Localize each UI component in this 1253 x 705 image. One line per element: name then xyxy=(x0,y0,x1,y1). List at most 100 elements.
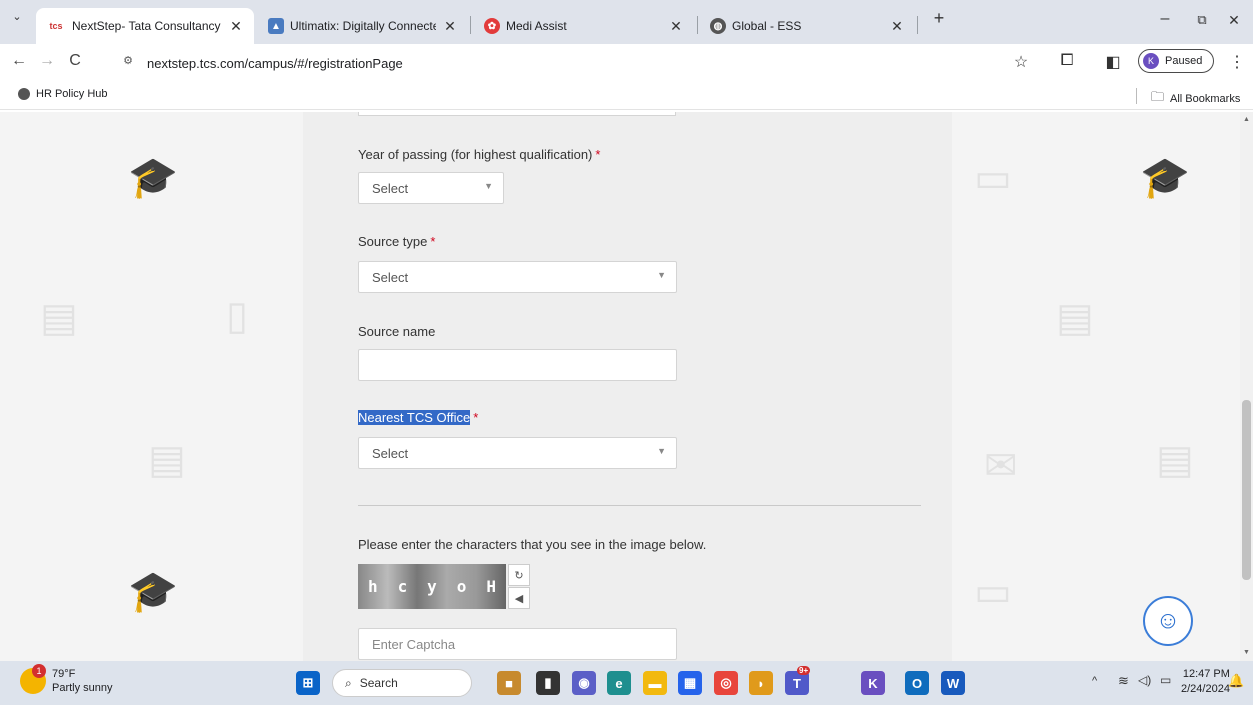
date: 2/24/2024 xyxy=(1181,683,1230,695)
extensions-icon[interactable]: ⧠ xyxy=(1056,52,1078,70)
weather-temp: 79°F xyxy=(52,668,76,680)
tab-search-icon[interactable]: ⌄ xyxy=(2,10,32,23)
source-type-select[interactable]: Select ▼ xyxy=(358,261,677,293)
weather-desc: Partly sunny xyxy=(52,682,113,694)
bookmarks-divider xyxy=(1136,88,1137,104)
refresh-captcha-icon[interactable]: ↻ xyxy=(508,564,530,586)
source-name-input[interactable] xyxy=(358,349,677,381)
tab-separator xyxy=(917,16,918,34)
forward-icon[interactable]: → xyxy=(36,52,58,70)
tab-separator xyxy=(697,16,698,34)
tab-ultimatix[interactable]: ▲ Ultimatix: Digitally Connected ✕ xyxy=(258,8,468,44)
minimize-icon[interactable]: – xyxy=(1150,10,1180,28)
outlook-icon[interactable]: O xyxy=(905,671,929,695)
label-text: Source type xyxy=(358,234,428,249)
chat-icon[interactable]: ◉ xyxy=(572,671,596,695)
app-icon[interactable]: ◗ xyxy=(749,671,773,695)
battery-icon[interactable]: ▭ xyxy=(1160,673,1171,687)
reload-icon[interactable]: C xyxy=(64,52,86,70)
audio-captcha-icon[interactable]: ◀ xyxy=(508,587,530,609)
back-icon[interactable]: ← xyxy=(8,52,30,70)
bookmark-all-bookmarks[interactable]: 🗀 All Bookmarks xyxy=(1151,88,1240,110)
source-type-label: Source type * xyxy=(358,234,435,249)
page-scrollbar[interactable]: ▲ ▼ xyxy=(1240,112,1253,661)
bookmark-label: HR Policy Hub xyxy=(36,88,108,100)
caret-down-icon: ▼ xyxy=(484,181,493,191)
tab-medi-assist[interactable]: ✿ Medi Assist ✕ xyxy=(474,8,694,44)
taskbar-search[interactable]: ⌕ Search xyxy=(332,669,472,697)
store-icon[interactable]: ▦ xyxy=(678,671,702,695)
weather-badge: 1 xyxy=(32,664,46,678)
task-view-icon[interactable]: ▮ xyxy=(536,671,560,695)
graduation-cap-icon: 🎓 xyxy=(1140,156,1190,200)
menu-icon[interactable]: ⋮ xyxy=(1226,52,1248,72)
captcha-char: H xyxy=(486,577,496,596)
clock[interactable]: 12:47 PM 2/24/2024 xyxy=(1181,667,1230,697)
chatbot-icon[interactable]: ☺ xyxy=(1143,596,1193,646)
new-tab-icon[interactable]: + xyxy=(924,8,954,29)
label-text: Nearest TCS Office xyxy=(358,410,471,425)
bookmark-hr-policy-hub[interactable]: HR Policy Hub xyxy=(18,88,108,100)
chevron-up-icon[interactable]: ^ xyxy=(1092,675,1097,687)
required-marker: * xyxy=(595,147,601,162)
folder-icon: 🗀 xyxy=(1151,89,1165,104)
wifi-icon[interactable]: ≋ xyxy=(1118,673,1129,689)
tab-title: Global - ESS xyxy=(732,19,802,33)
search-icon: ⌕ xyxy=(345,675,352,690)
bookmark-star-icon[interactable]: ☆ xyxy=(1010,52,1032,72)
close-tab-icon[interactable]: ✕ xyxy=(228,18,244,35)
scroll-up-icon[interactable]: ▲ xyxy=(1243,116,1250,123)
close-tab-icon[interactable]: ✕ xyxy=(442,18,458,35)
graduation-cap-icon: 🎓 xyxy=(128,570,178,614)
select-value: Select xyxy=(372,269,409,285)
captcha-prompt: Please enter the characters that you see… xyxy=(358,537,707,552)
time: 12:47 PM xyxy=(1182,668,1230,680)
notification-bell-icon[interactable]: 🔔 xyxy=(1228,673,1244,689)
captcha-char: c xyxy=(397,577,408,596)
select-value: Select xyxy=(372,180,409,196)
close-tab-icon[interactable]: ✕ xyxy=(668,18,684,35)
captcha-char: y xyxy=(427,577,437,596)
close-tab-icon[interactable]: ✕ xyxy=(889,18,905,35)
briefcase-icon: ▭ xyxy=(974,570,1012,614)
teams-badge: 9+ xyxy=(797,666,811,675)
document-icon: ▤ xyxy=(148,438,186,482)
select-value: Select xyxy=(372,445,409,461)
teams-icon[interactable]: T 9+ xyxy=(785,666,811,695)
globe-icon xyxy=(18,88,30,100)
books-icon: ▤ xyxy=(1056,296,1094,340)
address-bar[interactable]: ⚙ nextstep.tcs.com/campus/#/registration… xyxy=(117,50,997,76)
side-panel-icon[interactable]: ◧ xyxy=(1102,52,1124,72)
captcha-char: o xyxy=(456,577,467,596)
profile-button[interactable]: K Paused xyxy=(1138,49,1214,73)
envelope-icon: ✉ xyxy=(984,444,1018,488)
tab-strip: ⌄ tcs NextStep- Tata Consultancy Ser ✕ ▲… xyxy=(0,0,1253,44)
profile-status: Paused xyxy=(1165,55,1203,67)
chrome-profile-icon[interactable]: K xyxy=(861,671,885,695)
globe-icon: ◍ xyxy=(710,18,726,34)
year-of-passing-select[interactable]: Select ▼ xyxy=(358,172,504,204)
scrollbar-thumb[interactable] xyxy=(1242,400,1251,580)
widgets-app-icon[interactable]: ■ xyxy=(497,671,521,695)
source-name-label: Source name xyxy=(358,324,435,339)
captcha-input[interactable]: Enter Captcha xyxy=(358,628,677,660)
edge-icon[interactable]: e xyxy=(607,671,631,695)
nearest-office-select[interactable]: Select ▼ xyxy=(358,437,677,469)
site-settings-icon[interactable]: ⚙ xyxy=(117,54,139,72)
file-explorer-icon[interactable]: ▬ xyxy=(643,671,667,695)
captcha-image: h c y o H xyxy=(358,564,506,609)
restore-icon[interactable]: ⧉ xyxy=(1187,12,1217,28)
captcha-char: h xyxy=(367,577,378,596)
weather-widget[interactable]: 1 79°F Partly sunny xyxy=(20,664,113,695)
section-divider xyxy=(358,505,921,506)
tab-global-ess[interactable]: ◍ Global - ESS ✕ xyxy=(700,8,915,44)
document-icon: ▤ xyxy=(1156,438,1194,482)
scroll-down-icon[interactable]: ▼ xyxy=(1243,649,1250,656)
word-icon[interactable]: W xyxy=(941,671,965,695)
chrome-icon[interactable]: ◎ xyxy=(714,671,738,695)
volume-icon[interactable]: ◁) xyxy=(1138,673,1151,687)
start-icon[interactable]: ⊞ xyxy=(296,671,320,695)
nearest-office-label: Nearest TCS Office * xyxy=(358,410,478,425)
tab-nextstep[interactable]: tcs NextStep- Tata Consultancy Ser ✕ xyxy=(36,8,254,44)
close-window-icon[interactable]: ✕ xyxy=(1219,12,1249,29)
